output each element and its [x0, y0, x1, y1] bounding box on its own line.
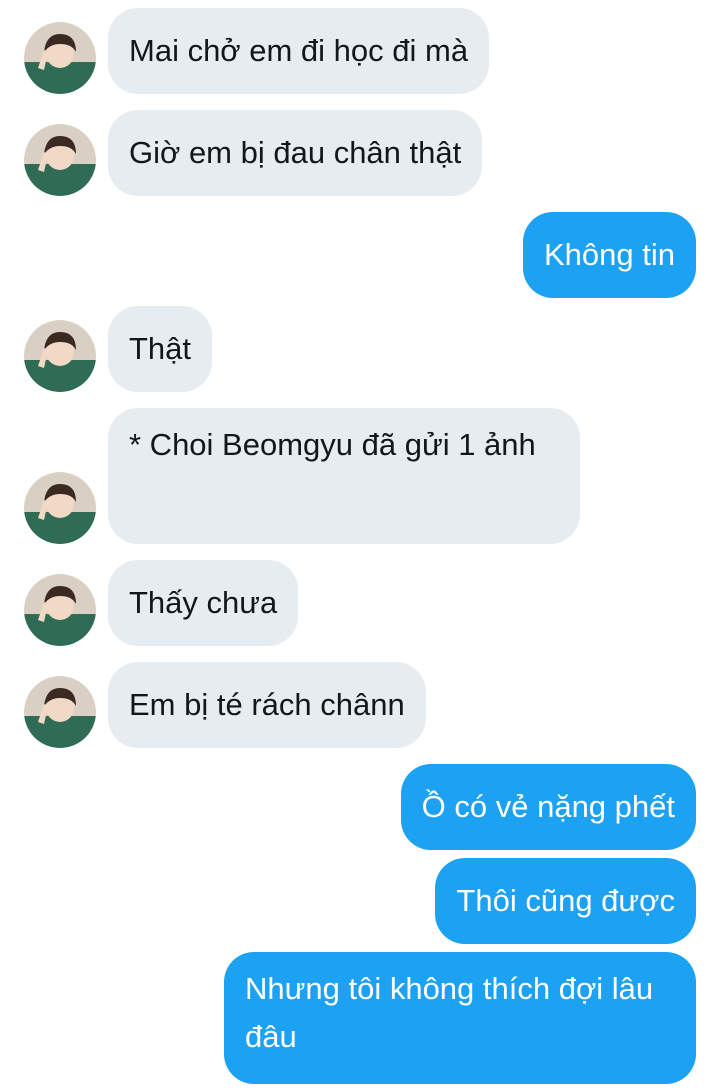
user-avatar-icon	[24, 320, 96, 392]
message-bubble-incoming[interactable]: Thấy chưa	[108, 560, 299, 646]
message-bubble-incoming[interactable]: Mai chở em đi học đi mà	[108, 8, 490, 94]
contact-avatar[interactable]	[24, 320, 96, 392]
message-bubble-outgoing[interactable]: Không tin	[523, 212, 696, 298]
contact-avatar[interactable]	[24, 676, 96, 748]
message-bubble-incoming[interactable]: Em bị té rách chânn	[108, 662, 426, 748]
message-bubble-incoming[interactable]: Giờ em bị đau chân thật	[108, 110, 483, 196]
contact-avatar[interactable]	[24, 22, 96, 94]
message-bubble-outgoing[interactable]: Ồ có vẻ nặng phết	[400, 764, 696, 850]
contact-avatar[interactable]	[24, 124, 96, 196]
message-bubble-incoming[interactable]: Thật	[108, 306, 213, 392]
user-avatar-icon	[24, 574, 96, 646]
user-avatar-icon	[24, 472, 96, 544]
message-bubble-outgoing[interactable]: Nhưng tôi không thích đợi lâu đâu	[224, 952, 696, 1084]
user-avatar-icon	[24, 22, 96, 94]
message-bubble-outgoing[interactable]: Thôi cũng được	[435, 858, 696, 944]
conversation: Mai chở em đi học đi mà Giờ em bị đau ch…	[0, 0, 720, 1090]
user-avatar-icon	[24, 124, 96, 196]
message-bubble-incoming[interactable]: * Choi Beomgyu đã gửi 1 ảnh	[108, 408, 580, 544]
contact-avatar[interactable]	[24, 574, 96, 646]
contact-avatar[interactable]	[24, 472, 96, 544]
user-avatar-icon	[24, 676, 96, 748]
